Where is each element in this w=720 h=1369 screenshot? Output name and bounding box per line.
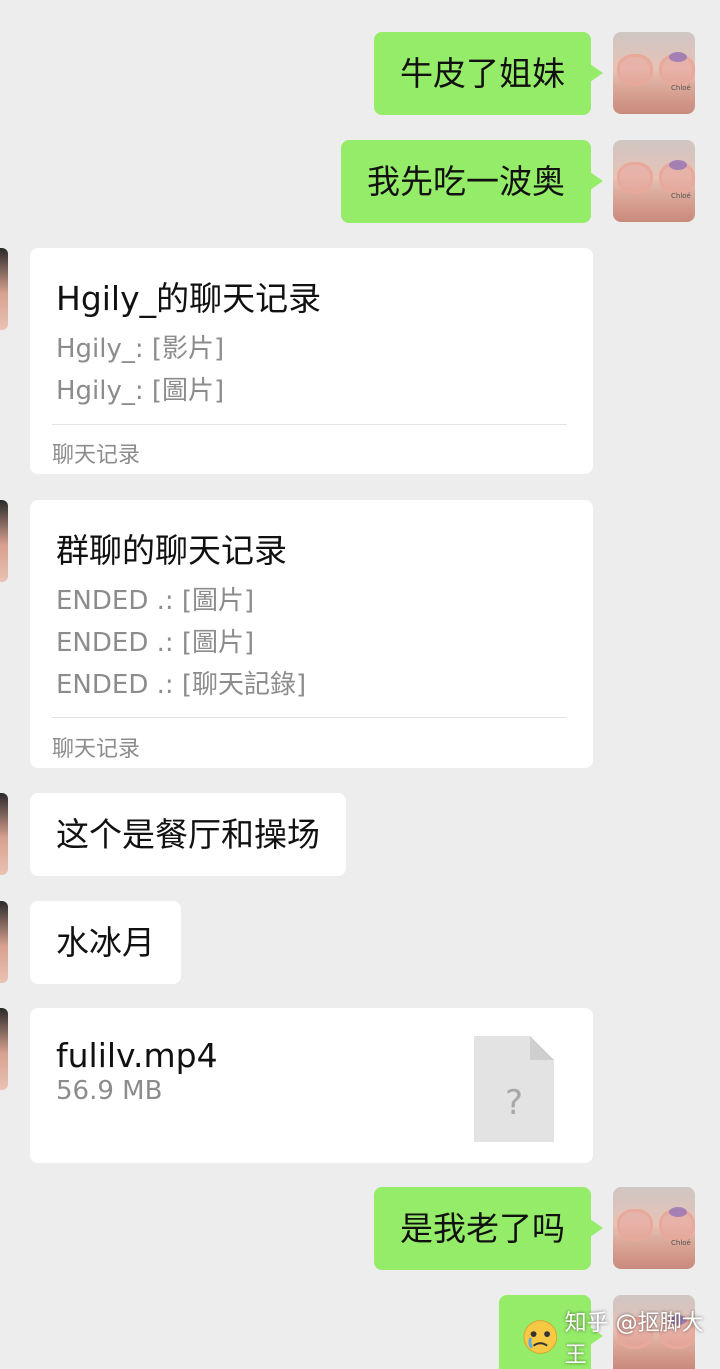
avatar-label: Chloé <box>671 1239 691 1247</box>
file-name: fulilv.mp4 <box>56 1036 218 1075</box>
contact-avatar[interactable] <box>0 1008 8 1090</box>
received-message[interactable]: 水冰月 <box>30 901 181 984</box>
contact-avatar[interactable] <box>0 248 8 330</box>
card-title: Hgily_的聊天记录 <box>56 279 322 318</box>
watermark-text: 知乎 @抠脚大王 <box>564 1311 704 1368</box>
self-avatar[interactable]: Chloé <box>613 140 695 222</box>
card-preview-line: ENDED .: [圖片] <box>56 586 255 616</box>
card-preview-line: Hgily_: [影片] <box>56 334 225 364</box>
card-divider <box>52 424 567 425</box>
received-message[interactable]: 这个是餐厅和操场 <box>30 793 346 876</box>
card-title: 群聊的聊天记录 <box>56 531 287 570</box>
chat-record-card[interactable]: Hgily_的聊天记录 Hgily_: [影片] Hgily_: [圖片] 聊天… <box>30 248 593 474</box>
crying-emoji-icon <box>523 1320 558 1354</box>
glasses-left <box>617 54 653 86</box>
file-icon-symbol: ? <box>505 1083 523 1123</box>
sent-message[interactable]: 是我老了吗 <box>374 1187 603 1270</box>
card-preview-line: Hgily_: [圖片] <box>56 376 225 406</box>
glasses-left <box>617 1209 653 1241</box>
chat-record-card[interactable]: 群聊的聊天记录 ENDED .: [圖片] ENDED .: [圖片] ENDE… <box>30 500 593 768</box>
card-footer: 聊天记录 <box>52 737 141 762</box>
sent-message[interactable]: 我先吃一波奥 <box>341 140 603 223</box>
file-message-card[interactable]: fulilv.mp4 56.9 MB ? <box>30 1008 593 1163</box>
watermark: 知乎 @抠脚大王 <box>522 1311 720 1368</box>
unknown-file-icon: ? <box>474 1036 554 1142</box>
eyeshadow <box>669 52 687 62</box>
card-preview-line: ENDED .: [圖片] <box>56 628 255 658</box>
glasses-left <box>617 162 653 194</box>
file-size: 56.9 MB <box>56 1076 163 1106</box>
eyeshadow <box>669 160 687 170</box>
card-footer: 聊天记录 <box>52 443 141 468</box>
self-avatar[interactable]: Chloé <box>613 1187 695 1269</box>
card-divider <box>52 717 567 718</box>
sent-message[interactable]: 牛皮了姐妹 <box>374 32 603 115</box>
contact-avatar[interactable] <box>0 793 8 875</box>
self-avatar[interactable]: Chloé <box>613 32 695 114</box>
eyeshadow <box>669 1207 687 1217</box>
avatar-label: Chloé <box>671 192 691 200</box>
card-preview-line: ENDED .: [聊天記錄] <box>56 670 307 700</box>
avatar-label: Chloé <box>671 84 691 92</box>
contact-avatar[interactable] <box>0 901 8 983</box>
contact-avatar[interactable] <box>0 500 8 582</box>
